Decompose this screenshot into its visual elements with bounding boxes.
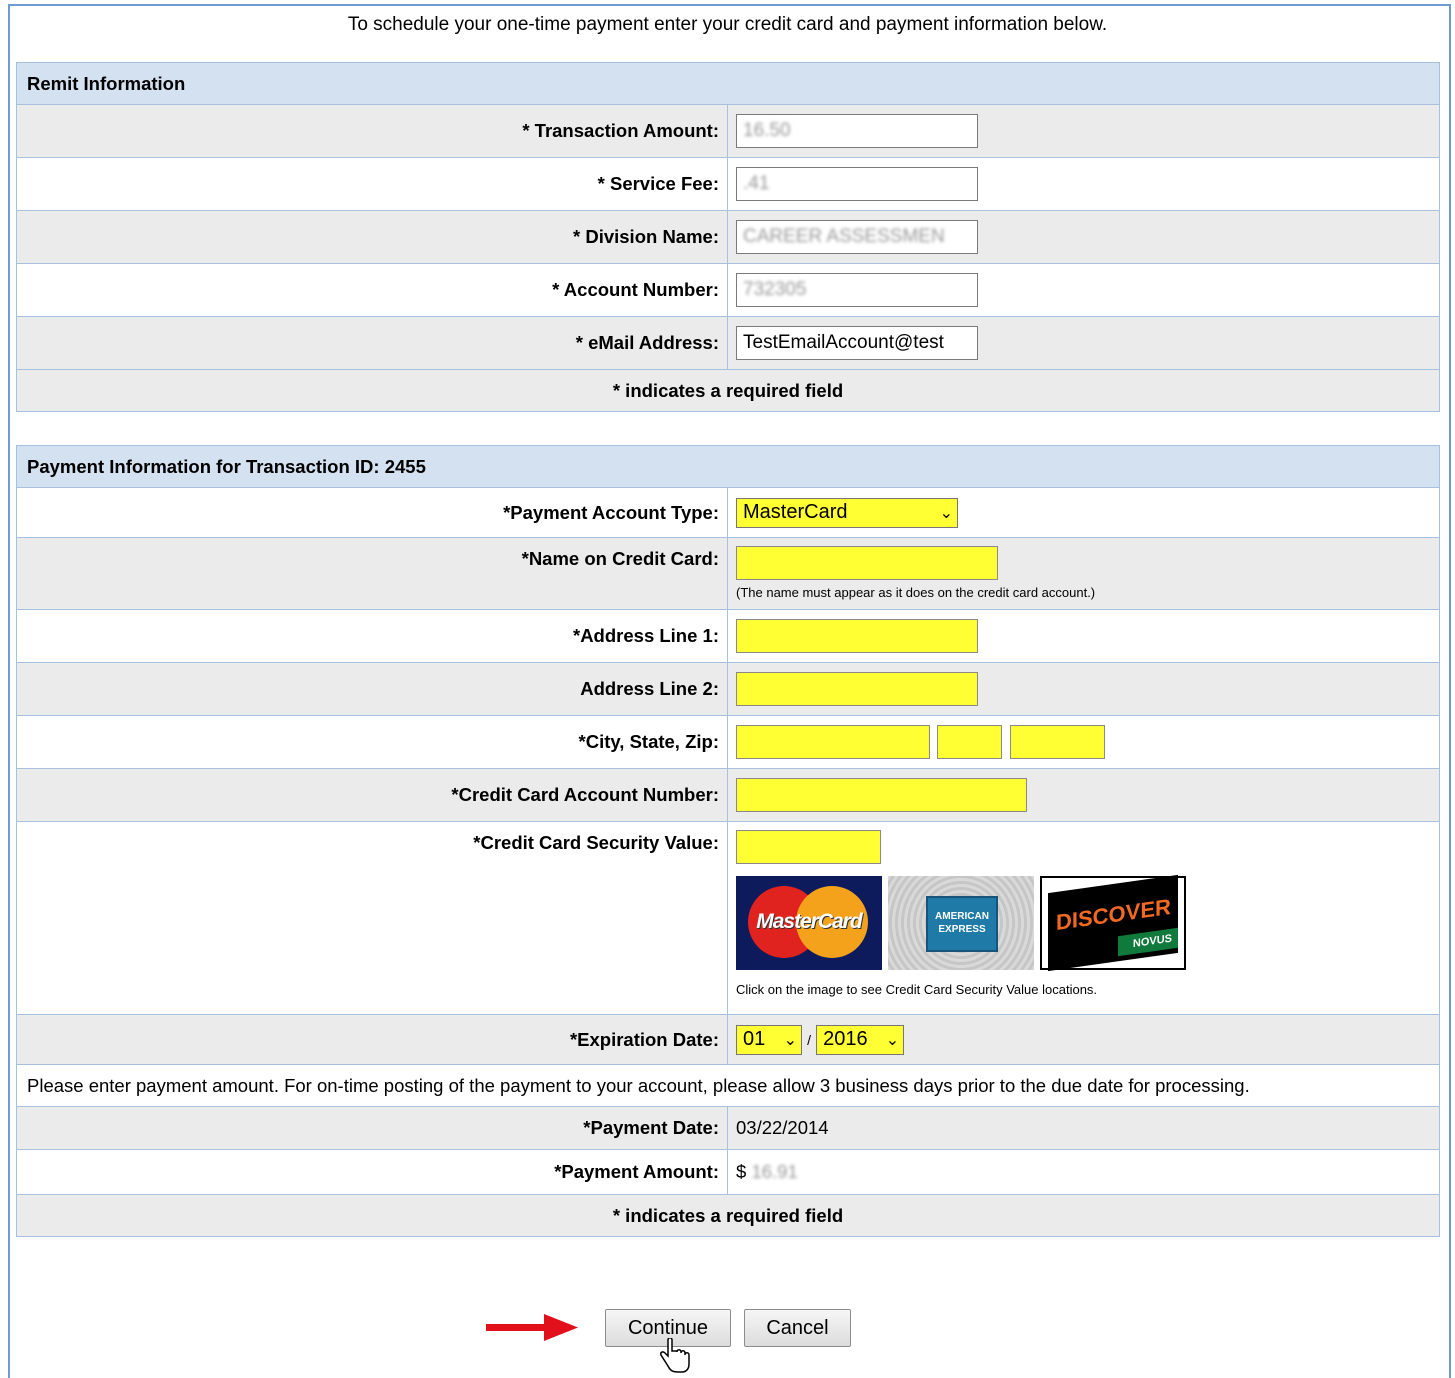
mastercard-logo[interactable]: MasterCard [736,876,882,970]
service-fee-label: * Service Fee: [16,157,728,211]
email-field[interactable]: TestEmailAccount@test [736,326,978,360]
hand-cursor-icon [660,1338,690,1373]
card-logos: MasterCard AMERICAN EXPRESS DISCOVER NOV… [736,874,1431,972]
chevron-down-icon: ⌄ [783,1031,797,1049]
state-input[interactable] [937,725,1003,759]
city-input[interactable] [736,725,930,759]
payment-required-note: * indicates a required field [16,1194,1440,1237]
payment-amount-note: Please enter payment amount. For on-time… [16,1064,1440,1107]
payment-amount-label: *Payment Amount: [16,1149,728,1195]
intro-text: To schedule your one-time payment enter … [347,14,1108,35]
city-state-zip-label: *City, State, Zip: [16,715,728,769]
address-line-2-input[interactable] [736,672,978,706]
account-number-field[interactable]: 732305 [736,273,978,307]
transaction-amount-field[interactable]: 16.50 [736,114,978,148]
address-line-2-label: Address Line 2: [16,662,728,716]
security-value-input[interactable] [736,830,881,864]
chevron-down-icon: ⌄ [939,504,953,522]
account-type-select[interactable]: MasterCard ⌄ [736,497,958,528]
transaction-amount-label: * Transaction Amount: [16,104,728,158]
expiration-date-label: *Expiration Date: [16,1014,728,1065]
expiration-month-select[interactable]: 01 ⌄ [736,1024,802,1055]
red-arrow-icon [486,1314,578,1341]
account-type-label: *Payment Account Type: [16,487,728,538]
credit-card-number-input[interactable] [736,778,1027,812]
chevron-down-icon: ⌄ [885,1031,900,1049]
name-on-card-label: *Name on Credit Card: [16,537,728,610]
division-name-label: * Division Name: [16,210,728,264]
remit-information-table: Remit Information * Transaction Amount: … [16,62,1440,412]
email-label: * eMail Address: [16,316,728,370]
zip-input[interactable] [1010,725,1106,759]
payment-information-table: Payment Information for Transaction ID: … [16,445,1440,1237]
division-name-field[interactable]: CAREER ASSESSMEN [736,220,978,254]
payment-header: Payment Information for Transaction ID: … [16,445,1440,488]
security-value-label: *Credit Card Security Value: [16,821,728,1015]
remit-required-note: * indicates a required field [16,369,1440,412]
name-on-card-note: (The name must appear as it does on the … [736,585,1096,600]
expiration-separator: / [807,1031,812,1048]
discover-logo[interactable]: DISCOVER NOVUS [1040,874,1186,972]
credit-card-number-label: *Credit Card Account Number: [16,768,728,822]
cancel-button[interactable]: Cancel [744,1309,851,1347]
amex-logo[interactable]: AMERICAN EXPRESS [888,876,1034,970]
currency-symbol: $ [736,1161,747,1182]
service-fee-field[interactable]: .41 [736,167,978,201]
payment-date-value: 03/22/2014 [727,1106,1440,1150]
remit-header: Remit Information [16,62,1440,105]
name-on-card-input[interactable] [736,546,998,580]
card-image-note: Click on the image to see Credit Card Se… [736,982,1098,997]
account-number-label: * Account Number: [16,263,728,317]
payment-amount-value: 16.91 [751,1161,798,1182]
expiration-year-select[interactable]: 2016 ⌄ [816,1024,905,1055]
address-line-1-input[interactable] [736,619,978,653]
payment-date-label: *Payment Date: [16,1106,728,1150]
address-line-1-label: *Address Line 1: [16,609,728,663]
